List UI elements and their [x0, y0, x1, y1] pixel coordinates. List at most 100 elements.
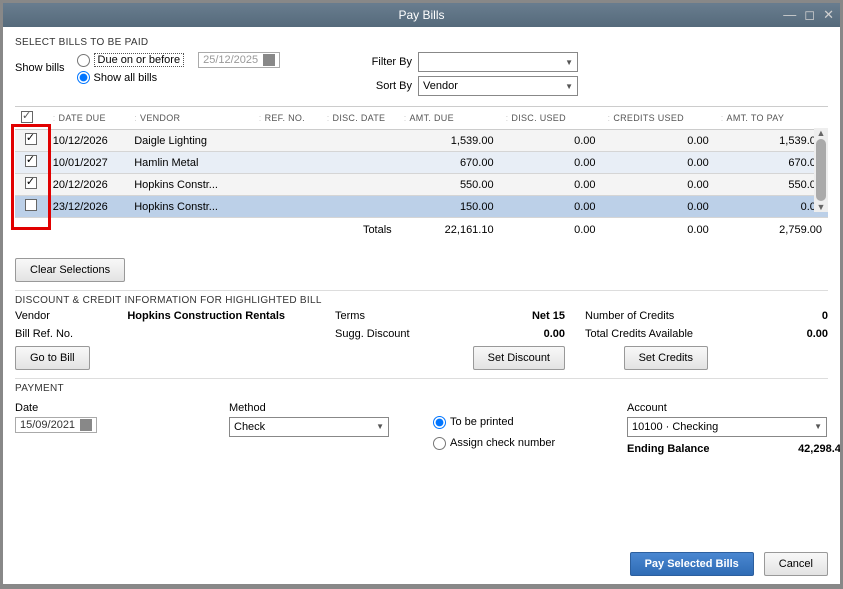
assign-check-label: Assign check number — [450, 437, 555, 449]
cell-credits-used: 0.00 — [602, 196, 715, 218]
row-checkbox[interactable] — [25, 199, 37, 211]
ending-balance-value: 42,298.48 — [798, 443, 840, 455]
set-discount-button[interactable]: Set Discount — [473, 346, 565, 370]
cell-ref — [253, 152, 321, 174]
cell-disc-date — [321, 152, 398, 174]
section-discount: DISCOUNT & CREDIT INFORMATION FOR HIGHLI… — [15, 295, 828, 306]
cell-vendor: Daigle Lighting — [128, 130, 253, 152]
bill-ref-label: Bill Ref. No. — [15, 328, 73, 340]
cell-amt-to-pay: 670.00 — [715, 152, 828, 174]
maximize-icon[interactable]: ◻ — [804, 7, 815, 23]
set-credits-button[interactable]: Set Credits — [624, 346, 708, 370]
scroll-thumb[interactable] — [816, 139, 826, 201]
cell-disc-date — [321, 130, 398, 152]
cell-ref — [253, 174, 321, 196]
radio-due-on-or-before[interactable] — [77, 54, 90, 67]
row-checkbox[interactable] — [25, 155, 37, 167]
to-be-printed-label: To be printed — [450, 416, 514, 428]
sort-by-label: Sort By — [357, 80, 412, 92]
row-checkbox[interactable] — [25, 133, 37, 145]
radio-all-label: Show all bills — [94, 72, 158, 84]
cell-disc-used: 0.00 — [500, 196, 602, 218]
titlebar: Pay Bills — ◻ ✕ — [3, 3, 840, 27]
cell-amt-due: 150.00 — [398, 196, 500, 218]
table-row[interactable]: 10/01/2027 Hamlin Metal 670.00 0.00 0.00… — [15, 152, 828, 174]
cell-date-due: 10/01/2027 — [47, 152, 129, 174]
window-title: Pay Bills — [398, 8, 444, 22]
cell-ref — [253, 130, 321, 152]
sort-by-select[interactable]: Vendor▼ — [418, 76, 578, 96]
go-to-bill-button[interactable]: Go to Bill — [15, 346, 90, 370]
cell-credits-used: 0.00 — [602, 152, 715, 174]
total-credits-value: 0.00 — [807, 328, 828, 340]
payment-account-label: Account — [627, 402, 840, 414]
section-select-bills: SELECT BILLS TO BE PAID — [15, 37, 828, 48]
filter-by-select[interactable]: ▼ — [418, 52, 578, 72]
section-payment: PAYMENT — [15, 383, 828, 394]
payment-method-label: Method — [229, 402, 419, 414]
vendor-value: Hopkins Construction Rentals — [127, 310, 285, 322]
cell-amt-due: 670.00 — [398, 152, 500, 174]
cell-date-due: 23/12/2026 — [47, 196, 129, 218]
cell-credits-used: 0.00 — [602, 174, 715, 196]
radio-to-be-printed[interactable] — [433, 416, 446, 429]
cell-credits-used: 0.00 — [602, 130, 715, 152]
cell-amt-to-pay: 0.00 — [715, 196, 828, 218]
totals-disc-used: 0.00 — [500, 218, 602, 240]
table-row[interactable]: 20/12/2026 Hopkins Constr... 550.00 0.00… — [15, 174, 828, 196]
cell-date-due: 20/12/2026 — [47, 174, 129, 196]
radio-show-all[interactable] — [77, 71, 90, 84]
cell-amt-due: 1,539.00 — [398, 130, 500, 152]
cell-ref — [253, 196, 321, 218]
scroll-down-icon[interactable]: ▼ — [814, 202, 828, 212]
calendar-icon[interactable] — [80, 419, 92, 431]
cancel-button[interactable]: Cancel — [764, 552, 828, 576]
cell-vendor: Hopkins Constr... — [128, 196, 253, 218]
table-scrollbar[interactable]: ▲ ▼ — [814, 128, 828, 212]
radio-assign-check-number[interactable] — [433, 437, 446, 450]
cell-date-due: 10/12/2026 — [47, 130, 129, 152]
filter-by-label: Filter By — [357, 56, 412, 68]
payment-account-select[interactable]: 10100 · Checking▼ — [627, 417, 827, 437]
select-all-checkbox[interactable] — [21, 111, 33, 123]
table-row[interactable]: 10/12/2026 Daigle Lighting 1,539.00 0.00… — [15, 130, 828, 152]
cell-disc-date — [321, 196, 398, 218]
scroll-up-icon[interactable]: ▲ — [814, 128, 828, 138]
cell-disc-used: 0.00 — [500, 152, 602, 174]
cell-vendor: Hopkins Constr... — [128, 174, 253, 196]
show-bills-label: Show bills — [15, 62, 65, 74]
minimize-icon[interactable]: — — [783, 7, 796, 23]
cell-amt-to-pay: 550.00 — [715, 174, 828, 196]
totals-credits-used: 0.00 — [602, 218, 715, 240]
terms-label: Terms — [335, 310, 365, 322]
totals-amt-due: 22,161.10 — [398, 218, 500, 240]
table-row[interactable]: 23/12/2026 Hopkins Constr... 150.00 0.00… — [15, 196, 828, 218]
cell-disc-used: 0.00 — [500, 130, 602, 152]
bills-table: :DATE DUE :VENDOR :REF. NO. :DISC. DATE … — [15, 106, 828, 240]
total-credits-label: Total Credits Available — [585, 328, 693, 340]
payment-date-label: Date — [15, 402, 215, 414]
num-credits-label: Number of Credits — [585, 310, 674, 322]
pay-selected-bills-button[interactable]: Pay Selected Bills — [630, 552, 754, 576]
totals-label: Totals — [321, 218, 398, 240]
payment-date-input[interactable]: 15/09/2021 — [15, 417, 97, 433]
cell-amt-due: 550.00 — [398, 174, 500, 196]
chevron-down-icon: ▼ — [565, 82, 573, 91]
chevron-down-icon: ▼ — [376, 422, 384, 431]
cell-disc-date — [321, 174, 398, 196]
ending-balance-label: Ending Balance — [627, 443, 710, 455]
row-checkbox[interactable] — [25, 177, 37, 189]
payment-method-select[interactable]: Check▼ — [229, 417, 389, 437]
clear-selections-button[interactable]: Clear Selections — [15, 258, 125, 282]
close-icon[interactable]: ✕ — [823, 7, 834, 23]
terms-value: Net 15 — [532, 310, 565, 322]
sugg-discount-value: 0.00 — [544, 328, 565, 340]
chevron-down-icon: ▼ — [814, 422, 822, 431]
totals-amt-to-pay: 2,759.00 — [715, 218, 828, 240]
num-credits-value: 0 — [822, 310, 828, 322]
due-date-input[interactable]: 25/12/2025 — [198, 52, 280, 68]
cell-amt-to-pay: 1,539.00 — [715, 130, 828, 152]
radio-due-label: Due on or before — [94, 53, 185, 67]
calendar-icon[interactable] — [263, 54, 275, 66]
cell-vendor: Hamlin Metal — [128, 152, 253, 174]
